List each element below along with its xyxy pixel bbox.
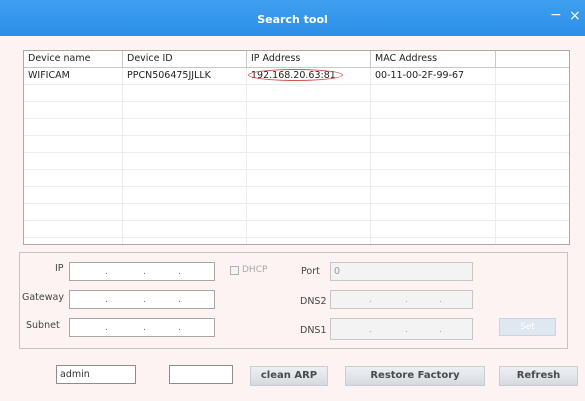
dhcp-checkbox[interactable] xyxy=(230,266,239,275)
ip-highlight-oval xyxy=(248,69,343,81)
ip-separator: . xyxy=(143,267,146,277)
gateway-label: Gateway xyxy=(22,292,64,303)
ip-separator: . xyxy=(439,295,442,305)
column-header-mac-address[interactable]: MAC Address xyxy=(371,51,496,67)
ip-separator: . xyxy=(105,295,108,305)
ip-separator: . xyxy=(143,323,146,333)
ip-separator: . xyxy=(178,323,181,333)
gateway-field[interactable]: . . . xyxy=(69,290,215,309)
device-name-cell: WIFICAM xyxy=(28,70,70,81)
refresh-button[interactable]: Refresh xyxy=(499,366,578,386)
subnet-label: Subnet xyxy=(26,320,60,331)
clean-arp-button[interactable]: clean ARP xyxy=(250,366,328,386)
search-tool-window: Search tool − × Device name Device ID IP… xyxy=(0,0,585,401)
dns2-field[interactable]: . . . xyxy=(330,290,473,309)
ip-separator: . xyxy=(105,323,108,333)
dhcp-label: DHCP xyxy=(242,265,268,275)
title-bar[interactable]: Search tool − × xyxy=(0,0,585,36)
empty-row xyxy=(24,204,569,221)
table-header: Device name Device ID IP Address MAC Add… xyxy=(24,51,569,68)
ip-separator: . xyxy=(405,325,408,335)
ip-separator: . xyxy=(369,325,372,335)
empty-row xyxy=(24,102,569,119)
dns2-label: DNS2 xyxy=(300,296,327,307)
ip-separator: . xyxy=(405,295,408,305)
ip-address-cell: 192.168.20.63:81 xyxy=(247,68,371,84)
dns1-field[interactable]: . . . xyxy=(330,318,473,340)
ip-separator: . xyxy=(105,267,108,277)
column-header-device-id[interactable]: Device ID xyxy=(123,51,247,67)
ip-separator: . xyxy=(178,267,181,277)
table-row[interactable]: WIFICAM PPCN506475JJLLK 192.168.20.63:81… xyxy=(24,68,569,85)
set-button[interactable]: Set xyxy=(499,318,556,336)
empty-row xyxy=(24,221,569,238)
device-id-cell: PPCN506475JJLLK xyxy=(127,70,211,81)
ip-field[interactable]: . . . xyxy=(69,262,215,281)
empty-row xyxy=(24,136,569,153)
empty-row xyxy=(24,170,569,187)
column-header-device-name[interactable]: Device name xyxy=(24,51,123,67)
ip-separator: . xyxy=(369,295,372,305)
empty-row xyxy=(24,187,569,204)
username-field[interactable]: admin xyxy=(56,365,136,384)
ip-separator: . xyxy=(143,295,146,305)
minimize-icon[interactable]: − xyxy=(550,7,562,23)
device-table[interactable]: Device name Device ID IP Address MAC Add… xyxy=(23,50,570,245)
port-label: Port xyxy=(301,266,320,277)
empty-row xyxy=(24,85,569,102)
ip-label: IP xyxy=(55,263,64,274)
empty-row xyxy=(24,119,569,136)
column-header-ip-address[interactable]: IP Address xyxy=(247,51,371,67)
ip-separator: . xyxy=(178,295,181,305)
dns1-label: DNS1 xyxy=(300,325,327,336)
restore-factory-button[interactable]: Restore Factory xyxy=(345,366,485,386)
column-header-empty[interactable] xyxy=(496,51,569,67)
empty-row xyxy=(24,153,569,170)
ip-separator: . xyxy=(439,325,442,335)
port-field[interactable]: 0 xyxy=(330,262,473,281)
close-icon[interactable]: × xyxy=(569,8,581,24)
password-field[interactable] xyxy=(169,365,233,384)
mac-address-cell: 00-11-00-2F-99-67 xyxy=(375,70,465,81)
subnet-field[interactable]: . . . xyxy=(69,318,215,337)
window-title: Search tool xyxy=(257,13,328,26)
